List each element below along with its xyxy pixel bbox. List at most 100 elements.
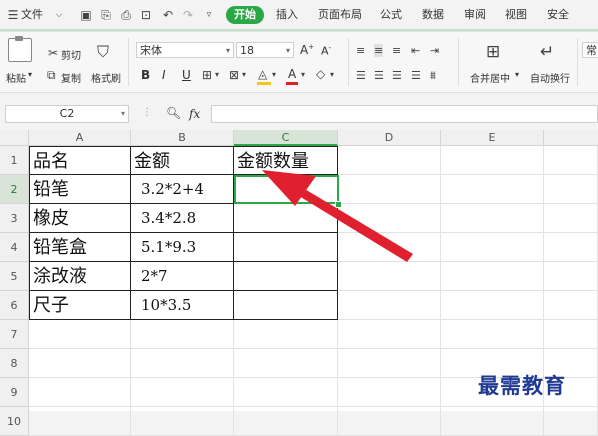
cell-b4[interactable]: 5.1*9.3 <box>131 233 234 262</box>
selected-cell-c2[interactable] <box>234 175 339 204</box>
cell-a4[interactable]: 铅笔盒 <box>29 233 131 262</box>
copy-button[interactable]: 复制 <box>61 70 81 85</box>
cell-d9[interactable] <box>338 378 441 407</box>
cell-d2[interactable] <box>338 175 441 204</box>
cell-a8[interactable] <box>29 349 131 378</box>
cell-d8[interactable] <box>338 349 441 378</box>
cell-e7[interactable] <box>441 320 544 349</box>
cell-b9[interactable] <box>131 378 234 407</box>
chevron-down-icon[interactable]: ⌵ <box>52 8 66 22</box>
cell-a7[interactable] <box>29 320 131 349</box>
scissors-icon[interactable]: ✂ <box>48 46 58 60</box>
row-header-9[interactable]: 9 <box>0 378 29 407</box>
fill-handle[interactable] <box>335 201 342 208</box>
justify-icon[interactable]: ☰ <box>411 69 421 82</box>
tab-page-layout[interactable]: 页面布局 <box>318 6 362 24</box>
file-menu[interactable]: 文件 <box>21 6 43 24</box>
column-header-c[interactable]: C <box>234 130 338 146</box>
number-format-select[interactable]: 常 <box>582 42 598 58</box>
row-header-3[interactable]: 3 <box>0 204 29 233</box>
cell-f3[interactable] <box>544 204 598 233</box>
format-painter-icon[interactable]: ⛉ <box>97 42 109 62</box>
fill-color-icon[interactable]: ◬ <box>258 67 267 81</box>
row-header-1[interactable]: 1 <box>0 146 29 175</box>
tab-review[interactable]: 审阅 <box>464 6 486 24</box>
increase-indent-icon[interactable]: ⇥ <box>430 44 439 57</box>
tab-home[interactable]: 开始 <box>226 6 264 24</box>
column-header-a[interactable]: A <box>29 130 131 146</box>
cell-f2[interactable] <box>544 175 598 204</box>
row-header-8[interactable]: 8 <box>0 349 29 378</box>
select-all-corner[interactable] <box>0 130 29 146</box>
cell-c6[interactable] <box>234 291 338 320</box>
align-middle-icon[interactable]: ≡ <box>374 44 384 57</box>
redo-icon[interactable]: ↷ <box>181 8 195 22</box>
tab-security[interactable]: 安全 <box>547 6 569 24</box>
cell-c8[interactable] <box>234 349 338 378</box>
cell-b1[interactable]: 金额 <box>131 146 234 175</box>
export-icon[interactable]: ⎘ <box>99 8 113 22</box>
cut-button[interactable]: 剪切 <box>61 47 81 62</box>
italic-button[interactable]: I <box>162 68 166 82</box>
cell-e3[interactable] <box>441 204 544 233</box>
align-bottom-icon[interactable]: ≡ <box>392 44 401 57</box>
auto-wrap-icon[interactable]: ↵ <box>540 42 554 62</box>
cell-a2[interactable]: 铅笔 <box>29 175 131 204</box>
cell-a5[interactable]: 涂改液 <box>29 262 131 291</box>
cell-d5[interactable] <box>338 262 441 291</box>
distributed-icon[interactable]: ⩩ <box>430 69 436 83</box>
font-size-select[interactable]: 18 ▾ <box>236 42 294 58</box>
align-right-icon[interactable]: ☰ <box>392 69 402 82</box>
cell-f10[interactable] <box>544 407 598 436</box>
cell-c4[interactable] <box>234 233 338 262</box>
cell-d4[interactable] <box>338 233 441 262</box>
row-header-10[interactable]: 10 <box>0 407 29 436</box>
cell-a6[interactable]: 尺子 <box>29 291 131 320</box>
increase-font-button[interactable]: A+ <box>300 43 314 57</box>
cell-c5[interactable] <box>234 262 338 291</box>
cell-style-icon[interactable]: ⊠ <box>229 68 239 82</box>
cell-e1[interactable] <box>441 146 544 175</box>
chevron-down-icon[interactable]: ▾ <box>272 70 276 79</box>
tab-view[interactable]: 视图 <box>505 6 527 24</box>
cell-f6[interactable] <box>544 291 598 320</box>
save-icon[interactable]: ▣ <box>79 8 93 22</box>
hamburger-menu-icon[interactable]: ☰ <box>6 8 20 22</box>
cell-b7[interactable] <box>131 320 234 349</box>
chevron-down-icon[interactable]: ▾ <box>242 70 246 79</box>
format-painter-button[interactable]: 格式刷 <box>91 70 121 85</box>
paste-dropdown-icon[interactable]: ▾ <box>28 70 32 79</box>
cell-a3[interactable]: 橡皮 <box>29 204 131 233</box>
cell-d1[interactable] <box>338 146 441 175</box>
cell-f1[interactable] <box>544 146 598 175</box>
cell-e2[interactable] <box>441 175 544 204</box>
column-header-b[interactable]: B <box>131 130 234 146</box>
chevron-down-icon[interactable]: ▾ <box>330 70 334 79</box>
cell-b3[interactable]: 3.4*2.8 <box>131 204 234 233</box>
bold-button[interactable]: B <box>141 68 150 82</box>
cell-c10[interactable] <box>234 407 338 436</box>
merge-center-icon[interactable]: ⊞ <box>486 42 500 62</box>
paste-button[interactable]: 粘贴 <box>6 70 26 85</box>
chevron-down-icon[interactable]: ▾ <box>215 70 219 79</box>
align-top-icon[interactable]: ≡ <box>356 44 365 57</box>
tab-formulas[interactable]: 公式 <box>380 6 402 24</box>
insert-function-button[interactable]: fx <box>189 107 200 121</box>
font-color-button[interactable]: A <box>288 67 296 81</box>
chevron-down-icon[interactable]: ▾ <box>515 70 519 79</box>
cell-c1[interactable]: 金额数量 <box>234 146 338 175</box>
borders-icon[interactable]: ⊞ <box>202 68 212 82</box>
cell-b2[interactable]: 3.2*2+4 <box>131 175 234 204</box>
cell-e10[interactable] <box>441 407 544 436</box>
cell-b10[interactable] <box>131 407 234 436</box>
cell-d3[interactable] <box>338 204 441 233</box>
cell-b8[interactable] <box>131 349 234 378</box>
row-header-6[interactable]: 6 <box>0 291 29 320</box>
row-header-4[interactable]: 4 <box>0 233 29 262</box>
merge-center-button[interactable]: 合并居中 <box>470 70 510 85</box>
print-preview-icon[interactable]: ⊡ <box>139 8 153 22</box>
row-header-2[interactable]: 2 <box>0 175 29 204</box>
column-header-e[interactable]: E <box>441 130 544 146</box>
column-header-f[interactable] <box>544 130 598 146</box>
auto-wrap-button[interactable]: 自动换行 <box>530 70 570 85</box>
